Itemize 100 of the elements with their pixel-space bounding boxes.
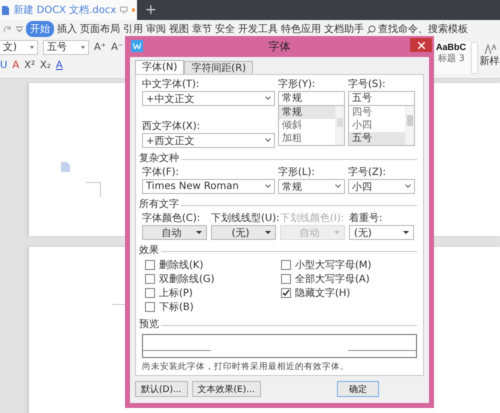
new-tab-button[interactable]: + <box>145 3 157 17</box>
menu-tab[interactable]: 特色应用 <box>281 22 321 36</box>
format-button[interactable]: A⁻ <box>111 42 124 52</box>
font-name-field[interactable]: 文) <box>0 40 38 54</box>
caret-icon <box>81 46 85 48</box>
list-item[interactable]: 常规 <box>279 106 335 119</box>
scrollbar[interactable] <box>405 106 414 145</box>
menu-tab[interactable]: 页面布局 <box>80 22 120 36</box>
redo-icon[interactable] <box>3 24 13 34</box>
field-label: 着重号: <box>349 212 384 225</box>
close-button[interactable] <box>410 38 432 52</box>
chevron-icon <box>335 182 341 188</box>
checkbox[interactable] <box>281 274 291 284</box>
checkbox[interactable] <box>145 260 155 270</box>
format-button[interactable]: A <box>12 60 20 70</box>
caret-icon <box>265 231 271 234</box>
field-label: 字体颜色(C): <box>142 212 202 225</box>
font-size-field[interactable]: 五号 <box>43 40 89 54</box>
field-label: 字形(L): <box>278 166 316 179</box>
monitor-icon[interactable] <box>120 6 128 14</box>
document-tab[interactable]: 新建 DOCX 文档.docx <box>0 0 137 20</box>
chevron-icon <box>265 136 271 142</box>
checkbox-label: 全部大写字母(A) <box>295 272 370 286</box>
scrollbar[interactable] <box>335 106 344 145</box>
field-label: 字体(F): <box>142 166 180 179</box>
dialog-button[interactable]: 默认(D)... <box>135 381 188 397</box>
caret-icon <box>30 46 34 48</box>
menu-tab[interactable]: 开发工具 <box>238 22 278 36</box>
menu-tab[interactable]: 开始 <box>26 21 54 37</box>
input-field[interactable]: 常规 <box>278 91 345 106</box>
group-heading: 预览 <box>139 319 159 331</box>
dialog-tab[interactable]: 字符间距(R) <box>184 61 254 74</box>
input-field[interactable]: 五号 <box>348 91 415 106</box>
chevron-icon <box>265 94 271 100</box>
gallery-scrollbar[interactable] <box>471 42 478 74</box>
new-style-icon <box>484 44 496 54</box>
field-label: 西文字体(X): <box>142 120 202 133</box>
checkbox-label: 隐藏文字(H) <box>295 286 350 300</box>
list-item[interactable]: 加粗 <box>279 132 335 145</box>
app-logo-icon <box>131 40 143 52</box>
checkbox[interactable] <box>145 302 155 312</box>
chinese-font-dropdown[interactable]: +中文正文 <box>142 91 275 106</box>
checkbox-label: 双删除线(G) <box>159 272 215 286</box>
caret-icon <box>196 231 202 234</box>
checkbox[interactable] <box>281 260 291 270</box>
format-button[interactable]: X² <box>24 60 36 70</box>
dropdown-button[interactable]: (无) <box>211 225 276 240</box>
margin-corner-mark <box>86 182 101 197</box>
checkbox-label: 小型大写字母(M) <box>295 258 372 272</box>
menu-tab[interactable]: 视图 <box>169 22 189 36</box>
caret-icon <box>403 231 409 234</box>
dropdown-button[interactable]: 自动 <box>142 225 207 240</box>
group-heading: 所有文字 <box>139 199 179 211</box>
dialog-title: 字体 <box>268 39 290 54</box>
dropdown-icon[interactable] <box>16 26 23 32</box>
menu-tab[interactable]: 文档助手 <box>324 22 364 36</box>
document-icon <box>2 4 10 16</box>
menu-tab[interactable]: 审阅 <box>146 22 166 36</box>
chevron-icon <box>265 182 271 188</box>
chevron-icon <box>405 182 411 188</box>
group-heading: 复杂文种 <box>139 153 179 165</box>
format-button[interactable]: U <box>0 60 8 70</box>
field-label: 中文字体(T): <box>142 78 200 91</box>
close-icon <box>418 42 424 48</box>
checkbox-label: 上标(P) <box>159 286 193 300</box>
dialog-button[interactable]: 确定 <box>337 381 379 397</box>
preview-note: 尚未安装此字体，打印时将采用最相近的有效字体。 <box>142 361 350 373</box>
new-style-button[interactable]: 新样 <box>479 44 500 68</box>
dialog-button[interactable]: 文本效果(E)... <box>192 381 261 397</box>
dropdown-button[interactable]: (无) <box>349 225 414 240</box>
menu-tab[interactable]: 安全 <box>215 22 235 36</box>
list-item[interactable]: 五号 <box>349 132 405 145</box>
format-button[interactable]: A <box>56 60 63 70</box>
format-button[interactable]: X₂ <box>40 60 51 70</box>
group-heading: 效果 <box>139 245 159 257</box>
style-gallery-item[interactable]: AaBbC 标题 3 <box>435 42 470 74</box>
dropdown-field[interactable]: 小四 <box>348 179 415 194</box>
checkbox[interactable] <box>281 288 291 298</box>
checkbox[interactable] <box>145 288 155 298</box>
checkbox[interactable] <box>145 274 155 284</box>
list-item[interactable]: 小四 <box>349 119 405 132</box>
menu-tab[interactable]: 插入 <box>57 22 77 36</box>
list-item[interactable]: 倾斜 <box>279 119 335 132</box>
field-label: 下划线颜色(I): <box>280 212 345 225</box>
search-icon[interactable] <box>367 24 376 34</box>
menu-tab[interactable]: 章节 <box>192 22 212 36</box>
checkbox-label: 删除线(K) <box>159 258 204 272</box>
list-item[interactable]: 四号 <box>349 106 405 119</box>
dialog-tab[interactable]: 字体(N) <box>135 60 184 74</box>
caret-icon <box>334 231 340 234</box>
field-label: 字号(Z): <box>348 166 388 179</box>
menu-tab[interactable]: 引用 <box>123 22 143 36</box>
checkbox-label: 下标(B) <box>159 300 194 314</box>
western-font-dropdown[interactable]: +西文正文 <box>142 133 275 148</box>
search-field[interactable]: 查找命令、搜索模板 <box>378 22 468 36</box>
format-button[interactable]: A⁺ <box>94 42 106 52</box>
field-label: 字形(Y): <box>278 78 316 91</box>
dropdown-field[interactable]: Times New Roman <box>142 179 275 194</box>
field-label: 字号(S): <box>348 78 387 91</box>
dropdown-field[interactable]: 常规 <box>278 179 345 194</box>
